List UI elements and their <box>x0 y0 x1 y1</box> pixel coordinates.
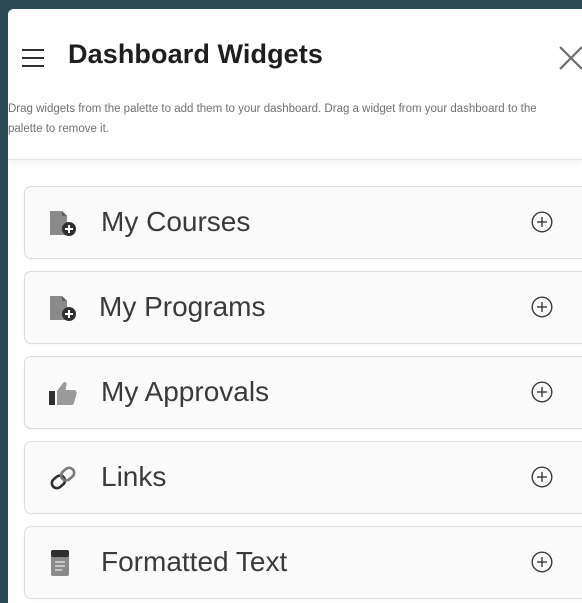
close-icon[interactable] <box>556 43 582 73</box>
add-widget-button[interactable] <box>531 211 553 233</box>
add-widget-button[interactable] <box>531 551 553 573</box>
panel-header: Dashboard Widgets Drag widgets from the … <box>8 9 582 160</box>
document-add-icon <box>47 294 79 322</box>
link-icon <box>47 464 79 492</box>
widget-label: My Courses <box>101 206 251 237</box>
dashboard-widgets-panel: Dashboard Widgets Drag widgets from the … <box>8 9 582 603</box>
document-add-icon <box>47 209 79 237</box>
add-widget-button[interactable] <box>531 381 553 403</box>
add-widget-button[interactable] <box>531 466 553 488</box>
widget-my-approvals[interactable]: My Approvals <box>24 356 582 429</box>
page-title: Dashboard Widgets <box>68 39 323 69</box>
thumbs-up-icon <box>47 379 79 407</box>
hamburger-menu-icon[interactable] <box>22 49 44 67</box>
widget-label: My Programs <box>99 291 266 322</box>
panel-description: Drag widgets from the palette to add the… <box>8 103 537 135</box>
widget-my-courses[interactable]: My Courses <box>24 186 582 259</box>
widget-formatted-text[interactable]: Formatted Text <box>24 526 582 599</box>
widget-palette-list: My Courses My Programs My Approvals Link… <box>24 186 582 603</box>
widget-label: Formatted Text <box>101 546 288 577</box>
widget-label: My Approvals <box>101 376 270 407</box>
widget-links[interactable]: Links <box>24 441 582 514</box>
formatted-text-icon <box>47 549 79 577</box>
add-widget-button[interactable] <box>531 296 553 318</box>
widget-label: Links <box>101 461 167 492</box>
widget-my-programs[interactable]: My Programs <box>24 271 582 344</box>
